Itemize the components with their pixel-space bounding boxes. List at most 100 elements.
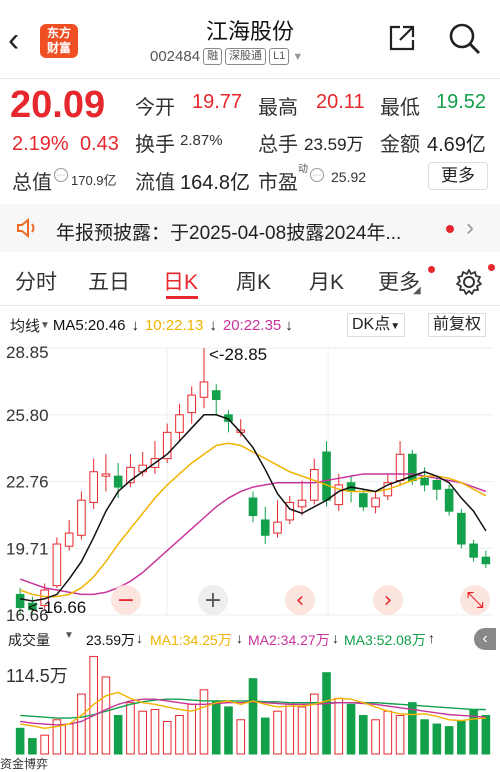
open-value: 19.77 (192, 91, 243, 113)
volume-bar (150, 708, 160, 755)
adjust-button[interactable]: 前复权 (428, 313, 487, 337)
tab-five-day[interactable]: 五日 (88, 266, 130, 296)
vol-ma2: MA2:34.27万 (248, 632, 330, 648)
expand-button-glyph: ⤡ (466, 588, 484, 613)
candle-body (469, 543, 478, 558)
vol-ma1: MA1:34.25万 (150, 632, 232, 648)
arrow-down-icon: ↓ (285, 316, 293, 334)
y-tick-label: 22.76 (6, 473, 49, 492)
divider (0, 305, 500, 306)
volume-bar (273, 710, 282, 755)
share-icon[interactable] (386, 22, 418, 54)
volume-bar (260, 717, 270, 755)
chevron-down-icon[interactable]: ▼ (292, 51, 303, 63)
triangle-down-icon[interactable]: ▼ (64, 630, 74, 641)
zoom-out-button-glyph: − (117, 588, 135, 613)
collapse-panel-icon[interactable]: ‹ (474, 628, 496, 650)
volume-bar (395, 714, 405, 755)
volume-bar (199, 689, 209, 755)
volume-bar (101, 676, 111, 755)
triangle-down-icon[interactable]: ▼ (40, 320, 50, 331)
open-label: 今开 (135, 97, 175, 119)
last-price: 20.09 (10, 84, 106, 126)
scroll-right-button[interactable]: › (373, 585, 403, 615)
volume-bar (359, 714, 368, 755)
ma20-value: 20:22.35 (222, 316, 282, 334)
kline-chart[interactable]: 28.8525.8022.7619.7116.66<-28.85<-16.66−… (0, 338, 500, 628)
volume-bar (224, 706, 233, 755)
expand-button[interactable]: ⤡ (460, 585, 490, 615)
volume-bar (383, 710, 393, 755)
active-tab-underline (166, 296, 198, 299)
volume-bar (162, 720, 172, 755)
volume-bar (138, 710, 147, 755)
more-button[interactable]: 更多 (428, 162, 488, 190)
triangle-down-icon: ◢ (413, 285, 421, 296)
change-percent: 2.19% (12, 133, 69, 155)
dk-label: DK点 (352, 316, 391, 333)
tab-week-k[interactable]: 周K (236, 266, 271, 296)
volume-bar (322, 672, 331, 755)
zoom-out-button[interactable]: − (111, 585, 141, 615)
volume-bar (457, 720, 466, 755)
volume-bar (371, 719, 380, 755)
candle-body (101, 473, 111, 477)
chevron-right-icon[interactable]: › (466, 214, 474, 242)
scroll-left-button[interactable]: ‹ (285, 585, 315, 615)
stock-code: 002484 (150, 48, 201, 65)
total-hands-value: 23.59万 (304, 135, 364, 154)
scroll-left-button-glyph: ‹ (296, 588, 305, 613)
candle-body (248, 497, 258, 517)
notice-banner[interactable]: 年报预披露：于2025-04-08披露2024年... (0, 204, 500, 252)
arrow-down-icon: ↓ (332, 630, 339, 646)
info-icon[interactable]: ⋯ (54, 168, 68, 182)
y-tick-label: 19.71 (6, 539, 49, 558)
candle-body (211, 390, 221, 400)
tab-intraday[interactable]: 分时 (15, 266, 57, 296)
amount-value: 4.69亿 (427, 134, 486, 156)
gear-icon[interactable] (455, 268, 483, 296)
triangle-down-icon: ▼ (390, 321, 401, 332)
candle-body (64, 532, 74, 547)
volume-bar (432, 723, 442, 755)
dk-point-button[interactable]: DK点▼ (347, 313, 406, 337)
search-icon[interactable] (446, 20, 482, 56)
change-amount: 0.43 (80, 133, 119, 155)
tag-level: L1 (269, 48, 290, 65)
volume-bar (28, 738, 37, 755)
divider (0, 78, 500, 79)
volume-bar (40, 734, 49, 755)
pe-value: 25.92 (331, 169, 367, 185)
high-label: 最高 (258, 97, 298, 119)
stock-name: 江海股份 (205, 19, 294, 44)
float-value-value: 164.8亿 (180, 172, 251, 194)
candle-body (273, 521, 282, 534)
ma-selector[interactable]: 均线 (10, 315, 40, 336)
tag-connect: 深股通 (225, 48, 267, 65)
total-value-label: 总值 (12, 172, 52, 194)
volume-bar (126, 702, 135, 755)
volume-bar (211, 700, 221, 755)
y-tick-label: 25.80 (6, 406, 49, 425)
zoom-in-button[interactable]: + (198, 585, 228, 615)
volume-chart[interactable]: 114.5万 (0, 650, 500, 755)
candle-body (260, 519, 270, 536)
candle-body (432, 480, 442, 490)
amount-label: 金额 (380, 134, 420, 156)
tab-day-k[interactable]: 日K (163, 266, 198, 296)
arrow-down-icon: ↓ (131, 316, 139, 334)
candle-body (309, 469, 319, 501)
zoom-in-button-glyph: + (204, 588, 222, 613)
info-icon[interactable]: ⋯ (310, 168, 324, 182)
ma5-value: MA5:20.46 (52, 316, 126, 334)
pe-label: 市盈 (258, 172, 298, 194)
candle-body (113, 475, 123, 488)
arrow-down-icon: ↓ (236, 630, 243, 646)
volume-bar (297, 706, 307, 755)
ma10-value: 10:22.13 (144, 316, 204, 334)
volume-bar (420, 719, 429, 755)
tab-month-k[interactable]: 月K (309, 266, 344, 296)
volume-selector[interactable]: 成交量 (8, 630, 50, 650)
candle-body (481, 556, 491, 565)
turnover-label: 换手 (135, 134, 175, 156)
